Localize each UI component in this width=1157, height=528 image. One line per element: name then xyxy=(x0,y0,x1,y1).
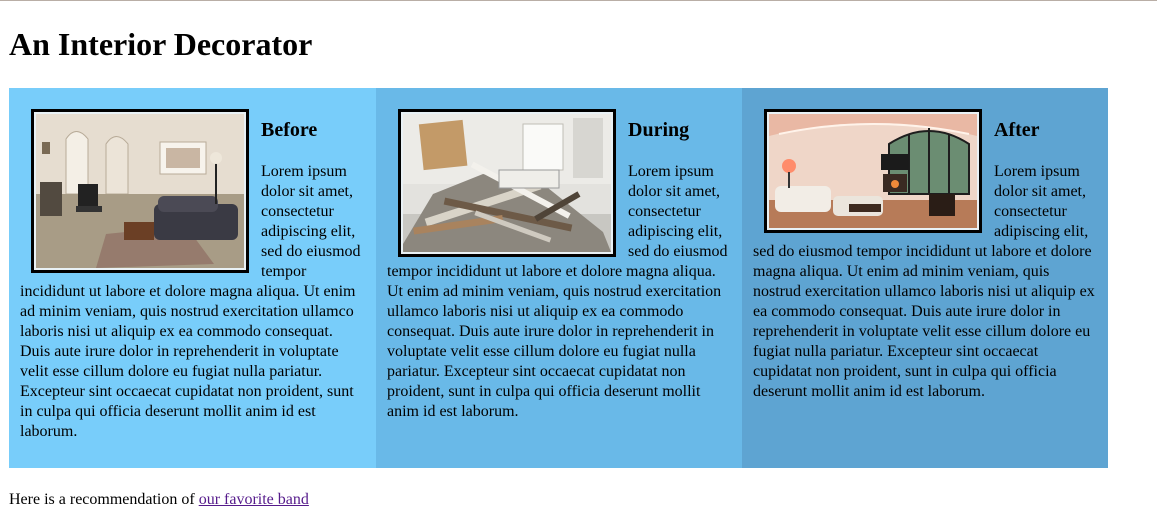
panel-before: Before Lorem ipsum dolor sit amet, conse… xyxy=(9,88,376,468)
page-title: An Interior Decorator xyxy=(9,26,313,62)
footer-text: Here is a recommendation of xyxy=(9,491,199,508)
panel-during: During Lorem ipsum dolor sit amet, conse… xyxy=(376,88,742,468)
panels-container: Before Lorem ipsum dolor sit amet, conse… xyxy=(9,88,1108,468)
after-photo-image xyxy=(769,114,977,228)
favorite-band-link[interactable]: our favorite band xyxy=(199,491,309,508)
before-photo-image xyxy=(36,114,244,268)
top-border-line xyxy=(0,0,1157,1)
panel-after: After Lorem ipsum dolor sit amet, consec… xyxy=(742,88,1108,468)
before-photo xyxy=(31,109,249,273)
during-photo-image xyxy=(403,114,611,252)
footer-recommendation: Here is a recommendation of our favorite… xyxy=(9,490,309,510)
during-photo xyxy=(398,109,616,257)
after-photo xyxy=(764,109,982,233)
